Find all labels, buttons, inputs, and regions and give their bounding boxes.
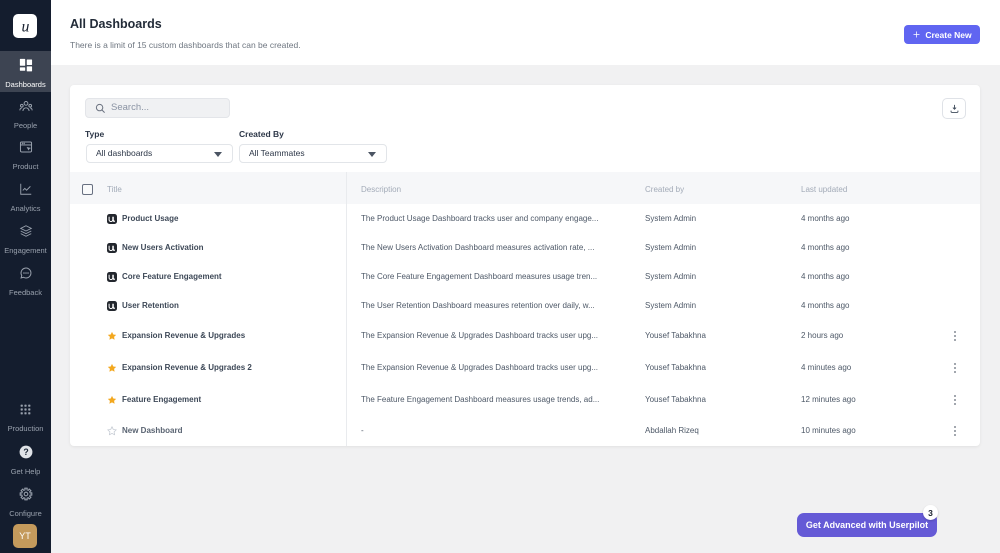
svg-text:u: u — [21, 18, 29, 35]
svg-text:?: ? — [23, 447, 28, 457]
